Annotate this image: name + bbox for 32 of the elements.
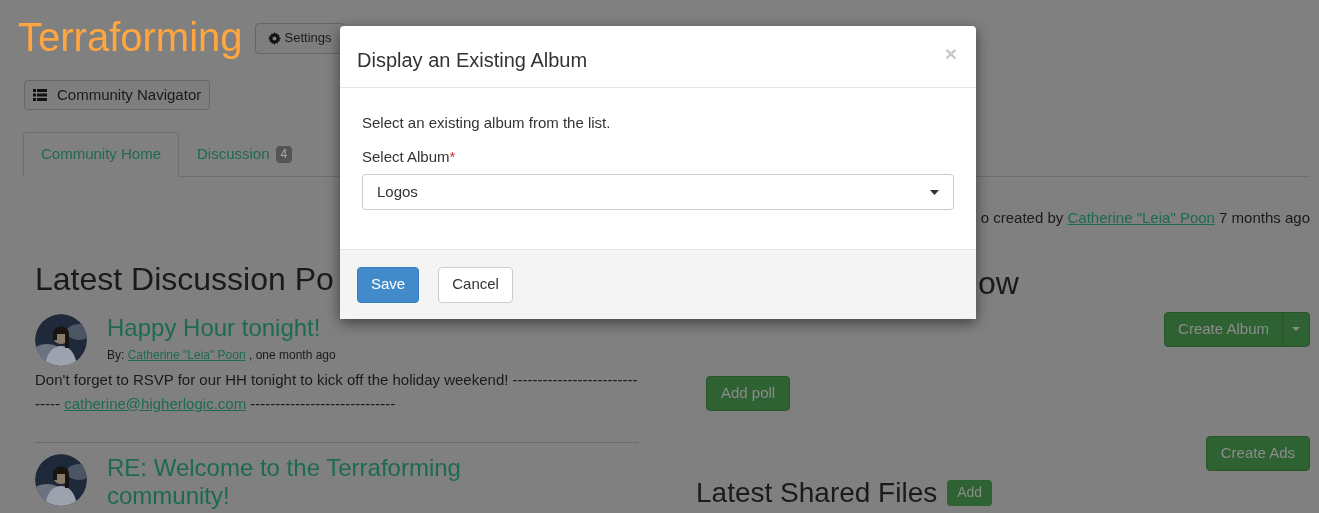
tab[interactable]: Discussion 4 — [179, 132, 311, 177]
count-badge: 4 — [275, 146, 293, 163]
author-link[interactable]: Catherine "Leia" Poon — [1067, 209, 1215, 226]
close-button[interactable]: × — [944, 38, 957, 70]
create-album-button[interactable]: Create Album — [1164, 311, 1310, 347]
author-link[interactable]: Catherine "Leia" Poon — [127, 347, 246, 362]
post-title[interactable]: RE: Welcome to the Terraforming community! — [107, 453, 487, 510]
dialog-instructions: Select an existing album from the list. — [362, 113, 612, 133]
cancel-button[interactable]: Cancel — [438, 266, 513, 303]
site-title: Terraforming — [18, 14, 243, 60]
gear-icon — [267, 31, 281, 45]
post-body: Don't forget to RSVP for our HH tonight to kick off the holiday weekend! ------------------------------ catherine@higherlogic.com ----------------------------- — [35, 369, 638, 414]
list-icon — [33, 89, 47, 101]
caret-icon — [930, 189, 939, 195]
tab[interactable]: Community Home — [23, 132, 180, 177]
community-navigator-button[interactable]: Community Navigator — [24, 80, 211, 110]
add-poll-button[interactable]: Add poll — [706, 375, 791, 411]
post-title[interactable]: Happy Hour tonight! — [107, 313, 336, 342]
post-byline: By: Catherine "Leia" Poon , one month ago — [107, 346, 336, 364]
section-heading: ow — [978, 263, 1019, 302]
album-select[interactable]: Logos — [362, 174, 954, 210]
dialog-title: Display an Existing Album — [357, 48, 588, 73]
add-button[interactable]: Add — [947, 479, 993, 506]
caret-icon — [1292, 327, 1300, 331]
section-heading: Latest Shared Files — [696, 476, 938, 509]
create-ads-button[interactable]: Create Ads — [1205, 435, 1310, 471]
email-link[interactable]: catherine@higherlogic.com — [64, 394, 247, 412]
settings-button[interactable]: Settings — [254, 22, 345, 54]
required-mark: * — [449, 146, 456, 167]
save-button[interactable]: Save — [357, 266, 420, 303]
field-label: Select Album — [362, 146, 450, 167]
section-heading: Latest Discussion Po — [35, 259, 334, 298]
